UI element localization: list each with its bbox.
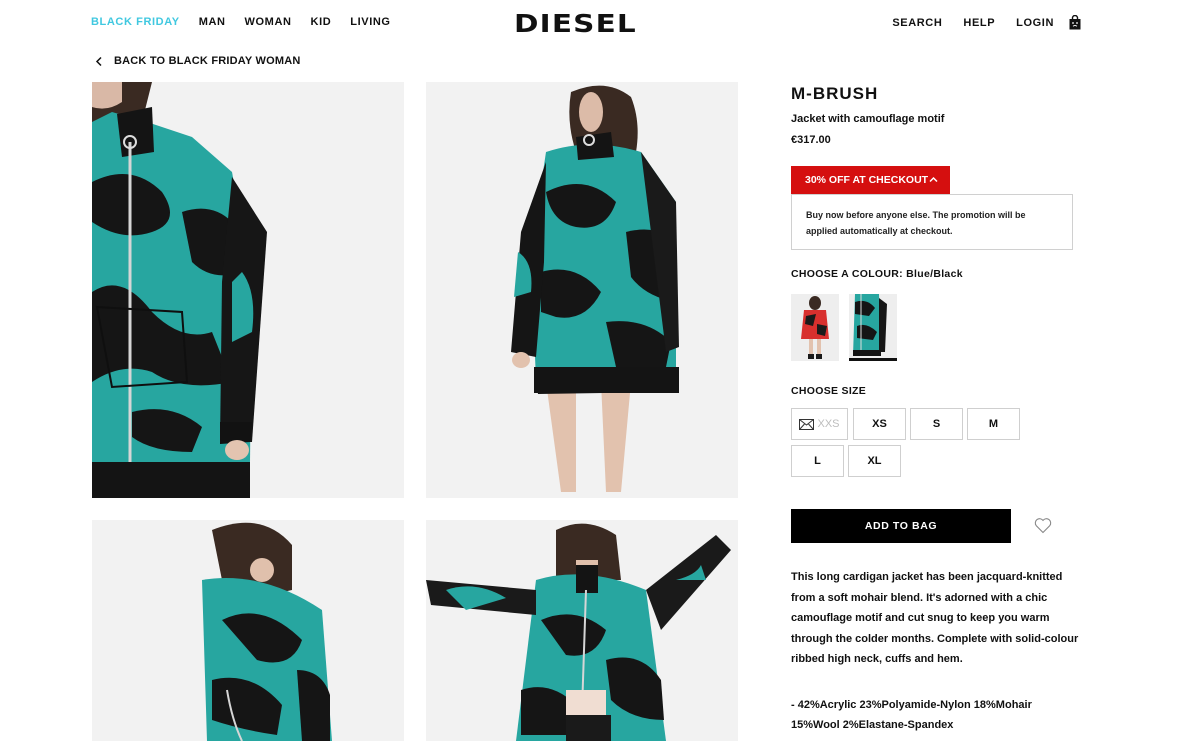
heart-icon[interactable] [1034, 517, 1052, 534]
utility-nav: SEARCH HELP LOGIN [892, 14, 1081, 30]
product-photo-back[interactable] [426, 82, 738, 498]
help-link[interactable]: HELP [963, 17, 995, 29]
main-nav: BLACK FRIDAY MAN WOMAN KID LIVING [91, 16, 391, 28]
composition-line: 15%Wool 2%Elastane-Spandex [791, 719, 954, 731]
size-option-l[interactable]: L [791, 445, 844, 477]
envelope-icon [799, 418, 815, 430]
search-link[interactable]: SEARCH [892, 17, 942, 29]
promo-label: 30% OFF AT CHECKOUT [805, 174, 929, 186]
site-header: BLACK FRIDAY MAN WOMAN KID LIVING DIESEL… [0, 0, 1200, 46]
product-photo-arms-out[interactable] [426, 520, 738, 741]
size-option-xxs[interactable]: XXS [791, 408, 848, 440]
shopping-bag-icon[interactable] [1069, 14, 1081, 30]
size-option-m[interactable]: M [967, 408, 1020, 440]
size-label: CHOOSE SIZE [791, 385, 867, 397]
product-price: €317.00 [791, 134, 831, 146]
nav-kid[interactable]: KID [311, 16, 332, 28]
size-option-xs[interactable]: XS [853, 408, 906, 440]
product-info: M-BRUSH Jacket with camouflage motif €31… [791, 84, 1081, 146]
product-photo-side[interactable] [92, 520, 404, 741]
chevron-up-icon [929, 176, 938, 183]
promo-details: Buy now before anyone else. The promotio… [791, 194, 1073, 250]
product-description: Jacket with camouflage motif [791, 113, 945, 125]
login-link[interactable]: LOGIN [1016, 17, 1054, 29]
colour-label: CHOOSE A COLOUR: Blue/Black [791, 268, 963, 280]
nav-woman[interactable]: WOMAN [245, 16, 292, 28]
size-option-xl[interactable]: XL [848, 445, 901, 477]
nav-man[interactable]: MAN [199, 16, 226, 28]
chevron-left-icon [95, 56, 102, 66]
size-option-label: XXS [817, 418, 840, 430]
product-name: M-BRUSH [791, 84, 879, 103]
size-option-s[interactable]: S [910, 408, 963, 440]
colour-swatch-red-black[interactable] [791, 294, 839, 361]
back-link[interactable]: BACK TO BLACK FRIDAY WOMAN [94, 55, 301, 67]
composition-line: - 42%Acrylic 23%Polyamide-Nylon 18%Mohai… [791, 699, 1032, 711]
colour-swatch-blue-black[interactable] [849, 294, 897, 361]
promo-toggle-button[interactable]: 30% OFF AT CHECKOUT [791, 166, 950, 194]
product-photo-front[interactable] [92, 82, 404, 498]
back-link-label: BACK TO BLACK FRIDAY WOMAN [114, 55, 301, 67]
diesel-logo[interactable]: DIESEL [514, 9, 637, 38]
product-long-description: This long cardigan jacket has been jacqu… [791, 571, 1079, 665]
nav-black-friday[interactable]: BLACK FRIDAY [91, 16, 180, 28]
product-composition: - 42%Acrylic 23%Polyamide-Nylon 18%Mohai… [791, 695, 1081, 735]
add-to-bag-button[interactable]: ADD TO BAG [791, 509, 1011, 543]
nav-living[interactable]: LIVING [350, 16, 390, 28]
